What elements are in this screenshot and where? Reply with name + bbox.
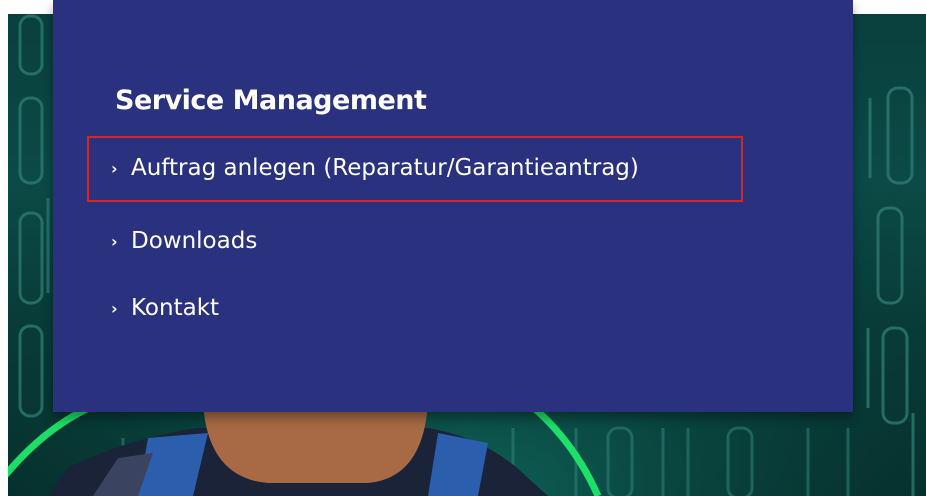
menu-item-label: Auftrag anlegen (Reparatur/Garantieantra… (131, 155, 639, 181)
menu-title: Service Management (115, 85, 427, 116)
chevron-right-icon: › (111, 298, 118, 318)
menu-item-kontakt[interactable]: › Kontakt (111, 295, 219, 321)
menu-item-downloads[interactable]: › Downloads (111, 228, 257, 254)
menu-item-label: Kontakt (131, 295, 220, 321)
page: Service Management › Auftrag anlegen (Re… (0, 0, 926, 496)
menu-item-auftrag-anlegen[interactable]: › Auftrag anlegen (Reparatur/Garantieant… (111, 155, 639, 181)
menu-item-label: Downloads (131, 228, 258, 254)
chevron-right-icon: › (111, 231, 118, 251)
service-management-menu: Service Management › Auftrag anlegen (Re… (53, 0, 853, 412)
chevron-right-icon: › (111, 158, 118, 178)
